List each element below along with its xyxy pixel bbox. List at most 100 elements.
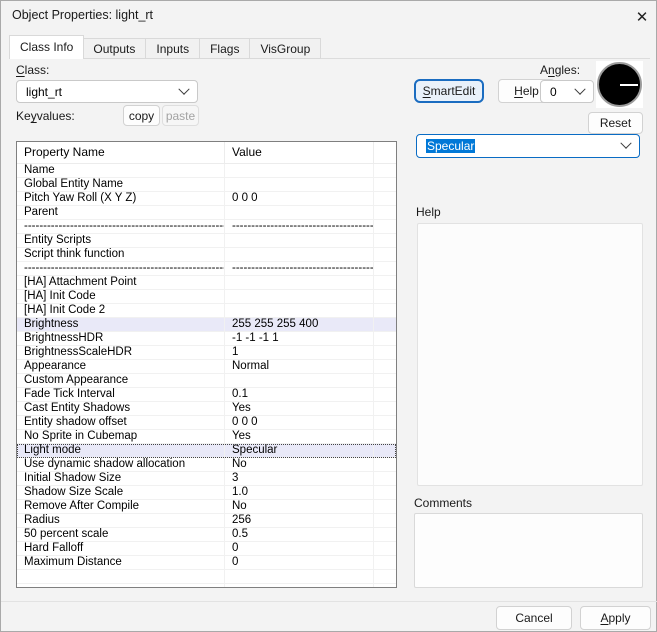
table-row[interactable]: Entity Scripts — [17, 234, 396, 248]
property-value-cell: 256 — [225, 514, 374, 527]
property-name-cell: Initial Shadow Size — [17, 472, 225, 485]
smartedit-button[interactable]: SmartEdit — [414, 79, 484, 103]
class-dropdown[interactable]: light_rt — [16, 80, 198, 103]
table-row[interactable]: Brightness255 255 255 400 — [17, 318, 396, 332]
property-name-cell: ----------------------------------------… — [17, 262, 225, 275]
angles-label: Angles: — [540, 63, 580, 77]
separator-row[interactable]: ----------------------------------------… — [17, 262, 396, 276]
table-row[interactable]: [HA] Attachment Point — [17, 276, 396, 290]
property-value-cell: ---------------------------------------- — [225, 262, 374, 275]
property-name-cell: Brightness — [17, 318, 225, 331]
property-name-cell: Light mode — [17, 444, 225, 457]
comments-label: Comments — [414, 496, 472, 510]
cancel-button[interactable]: Cancel — [496, 606, 572, 630]
property-name-cell: No Sprite in Cubemap — [17, 430, 225, 443]
table-row[interactable]: Custom Appearance — [17, 374, 396, 388]
table-row[interactable]: No Sprite in CubemapYes — [17, 430, 396, 444]
property-value-cell: 1 — [225, 346, 374, 359]
table-row[interactable]: BrightnessScaleHDR1 — [17, 346, 396, 360]
property-table-header: Property Name Value — [17, 142, 396, 164]
property-name-cell: Custom Appearance — [17, 374, 225, 387]
table-row[interactable]: Use dynamic shadow allocationNo — [17, 458, 396, 472]
chevron-down-icon — [178, 83, 189, 94]
table-row[interactable]: Script think function — [17, 248, 396, 262]
table-row[interactable]: [HA] Init Code — [17, 290, 396, 304]
property-value-cell — [225, 584, 374, 588]
close-button[interactable]: ✕ — [631, 6, 653, 28]
keyvalue-edit-dropdown[interactable]: Specular — [416, 134, 640, 158]
class-dropdown-value: light_rt — [26, 85, 62, 99]
property-name-cell: Fade Tick Interval — [17, 388, 225, 401]
tab-inputs[interactable]: Inputs — [146, 38, 200, 59]
property-name-cell: Cast Entity Shadows — [17, 402, 225, 415]
property-name-cell: Pitch Yaw Roll (X Y Z) — [17, 192, 225, 205]
property-value-cell: 3 — [225, 472, 374, 485]
property-name-cell: [HA] Attachment Point — [17, 276, 225, 289]
table-row[interactable]: Maximum Distance0 — [17, 556, 396, 570]
property-value-cell — [225, 570, 374, 583]
chevron-down-icon — [574, 83, 585, 94]
table-row[interactable]: Initial Shadow Size3 — [17, 472, 396, 486]
tab-strip: Class Info Outputs Inputs Flags VisGroup — [9, 35, 650, 59]
apply-button[interactable]: Apply — [580, 606, 651, 630]
table-row[interactable]: AppearanceNormal — [17, 360, 396, 374]
property-value-cell: ---------------------------------------- — [225, 220, 374, 233]
property-name-cell: Shadow Size Scale — [17, 486, 225, 499]
paste-button[interactable]: paste — [162, 105, 199, 126]
table-row[interactable]: 50 percent scale0.5 — [17, 528, 396, 542]
table-row[interactable]: BrightnessHDR-1 -1 -1 1 — [17, 332, 396, 346]
column-header-value: Value — [225, 142, 374, 163]
angles-dropdown[interactable]: 0 — [540, 80, 594, 103]
chevron-down-icon — [620, 138, 631, 149]
property-value-cell: 0 0 0 — [225, 416, 374, 429]
table-row[interactable]: [HA] Init Code 2 — [17, 304, 396, 318]
angle-tick-icon — [620, 84, 638, 86]
table-row[interactable]: Cast Entity ShadowsYes — [17, 402, 396, 416]
property-value-cell: 0.1 — [225, 388, 374, 401]
table-row[interactable] — [17, 570, 396, 584]
property-value-cell — [225, 206, 374, 219]
close-icon: ✕ — [636, 8, 649, 26]
copy-button[interactable]: copy — [123, 105, 160, 126]
table-row[interactable]: Name — [17, 164, 396, 178]
property-value-cell — [225, 164, 374, 177]
property-name-cell: ----------------------------------------… — [17, 220, 225, 233]
comments-input[interactable] — [414, 513, 643, 588]
table-row[interactable]: Hard Falloff0 — [17, 542, 396, 556]
tab-outputs[interactable]: Outputs — [83, 38, 146, 59]
table-row[interactable]: Remove After CompileNo — [17, 500, 396, 514]
property-name-cell: 50 percent scale — [17, 528, 225, 541]
angle-dial-box[interactable] — [596, 61, 643, 108]
property-name-cell: Entity Scripts — [17, 234, 225, 247]
property-table[interactable]: Property Name Value NameGlobal Entity Na… — [16, 141, 397, 588]
class-label: Class: — [16, 63, 49, 77]
table-row[interactable]: Entity shadow offset0 0 0 — [17, 416, 396, 430]
property-value-cell: No — [225, 500, 374, 513]
property-name-cell: Use dynamic shadow allocation — [17, 458, 225, 471]
property-name-cell: [HA] Init Code 2 — [17, 304, 225, 317]
table-row[interactable]: Fade Tick Interval0.1 — [17, 388, 396, 402]
property-table-body: NameGlobal Entity NamePitch Yaw Roll (X … — [17, 164, 396, 588]
table-row[interactable]: Shadow Size Scale1.0 — [17, 486, 396, 500]
reset-button[interactable]: Reset — [588, 112, 643, 134]
property-name-cell: Radius — [17, 514, 225, 527]
table-row[interactable] — [17, 584, 396, 588]
property-value-cell: Normal — [225, 360, 374, 373]
property-value-cell — [225, 290, 374, 303]
angle-dial-icon — [597, 62, 642, 107]
table-row[interactable]: Pitch Yaw Roll (X Y Z)0 0 0 — [17, 192, 396, 206]
property-name-cell: Remove After Compile — [17, 500, 225, 513]
table-row[interactable]: Radius256 — [17, 514, 396, 528]
table-row[interactable]: Light modeSpecular — [17, 444, 396, 458]
table-row[interactable]: Parent — [17, 206, 396, 220]
table-row[interactable]: Global Entity Name — [17, 178, 396, 192]
tab-class-info[interactable]: Class Info — [9, 35, 84, 59]
tab-flags[interactable]: Flags — [200, 38, 250, 59]
property-name-cell: Parent — [17, 206, 225, 219]
property-name-cell: Maximum Distance — [17, 556, 225, 569]
object-properties-dialog: Object Properties: light_rt ✕ Class Info… — [0, 0, 657, 632]
property-value-cell: -1 -1 -1 1 — [225, 332, 374, 345]
tab-visgroup[interactable]: VisGroup — [250, 38, 321, 59]
separator-row[interactable]: ----------------------------------------… — [17, 220, 396, 234]
property-name-cell: Name — [17, 164, 225, 177]
